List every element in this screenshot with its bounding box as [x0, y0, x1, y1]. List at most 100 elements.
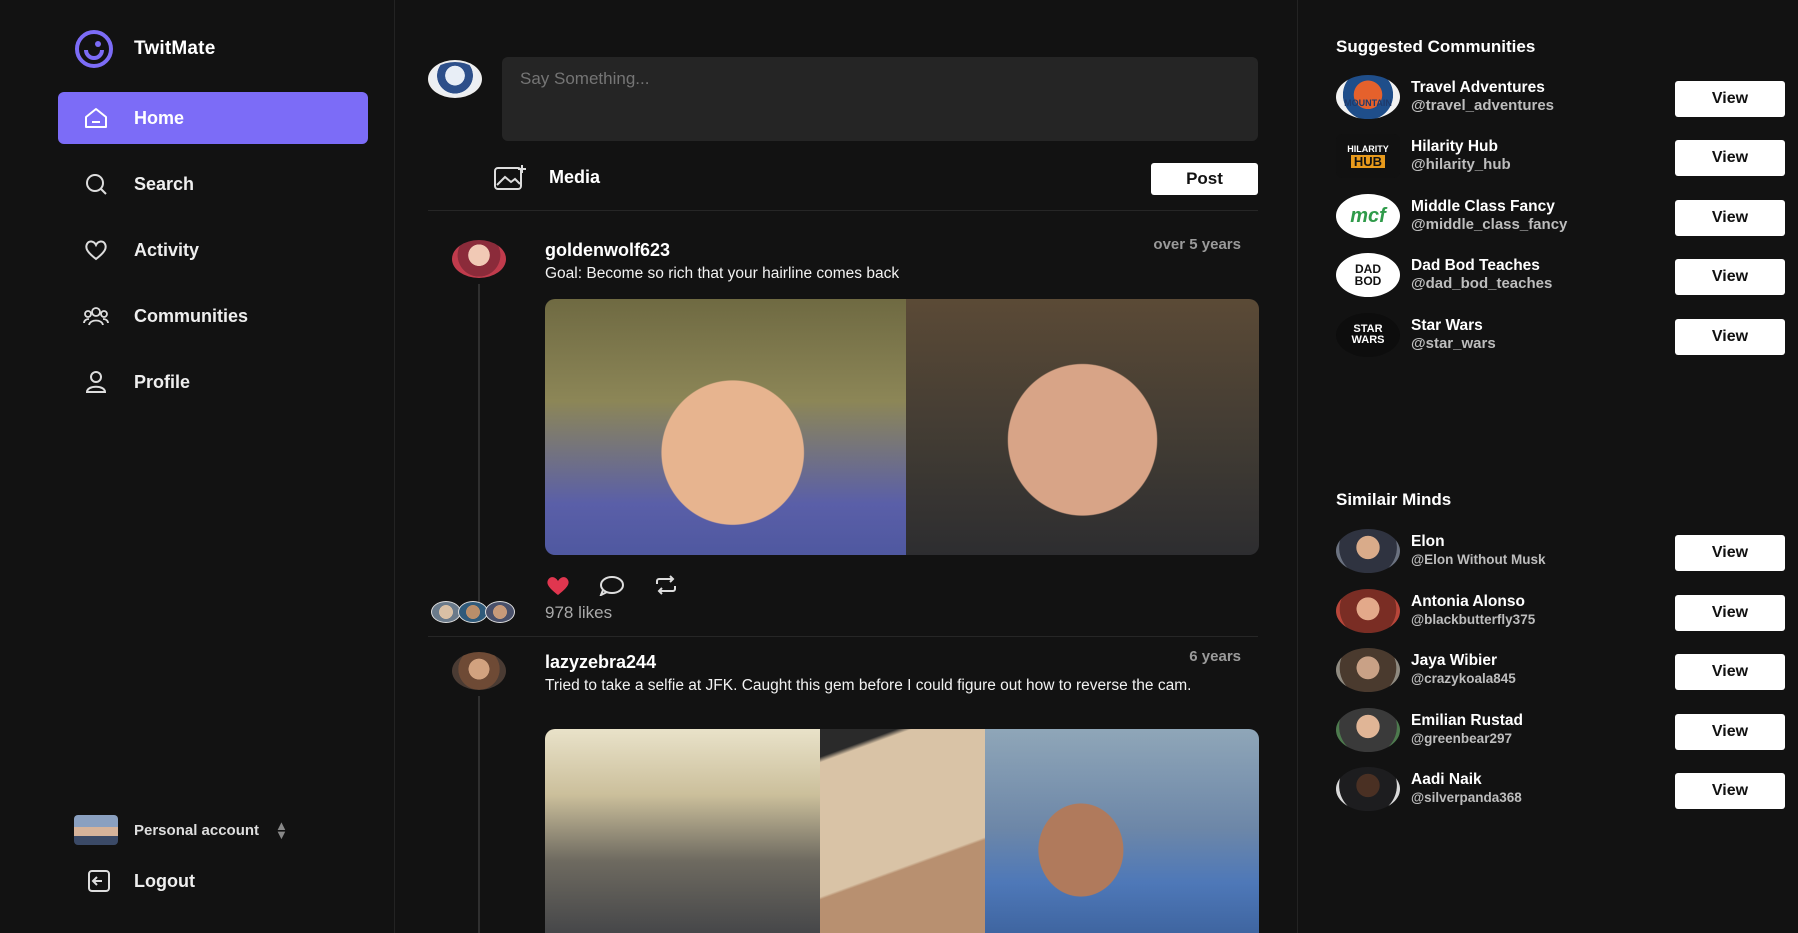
avatar: [1336, 589, 1400, 633]
photo-left: [545, 299, 906, 555]
view-button[interactable]: View: [1675, 259, 1785, 295]
post-image[interactable]: [545, 729, 1259, 933]
feed: Media Post goldenwolf623 over 5 years Go…: [395, 0, 1295, 933]
comment-icon[interactable]: [599, 574, 625, 596]
divider: [428, 636, 1258, 637]
logout-icon: [88, 870, 110, 892]
thread-line: [478, 284, 480, 602]
nav-item-activity[interactable]: Activity: [58, 224, 368, 276]
user-item[interactable]: Emilian Rustad @greenbear297 View: [1336, 706, 1785, 754]
nav-label-communities: Communities: [134, 305, 249, 326]
likes-count[interactable]: 978 likes: [545, 603, 612, 623]
community-logo: MOUNTAIN: [1336, 75, 1400, 119]
nav-label-home: Home: [134, 107, 185, 128]
logo-text: mcf: [1350, 204, 1386, 227]
view-button[interactable]: View: [1675, 535, 1785, 571]
user-icon: [80, 368, 112, 396]
media-label: Media: [549, 166, 601, 187]
left-sidebar: TwitMate Home Search Activity Communitie…: [0, 0, 395, 933]
logo-text: STAR WARS: [1351, 323, 1385, 346]
post-text: Tried to take a selfie at JFK. Caught th…: [545, 677, 1192, 694]
nav-label-profile: Profile: [134, 371, 191, 392]
view-button[interactable]: View: [1675, 319, 1785, 355]
avatar: [458, 601, 488, 623]
similar-minds-heading: Similair Minds: [1336, 490, 1452, 509]
nav-item-communities[interactable]: Communities: [58, 290, 368, 342]
community-logo: DAD BOD: [1336, 253, 1400, 297]
post-text: Goal: Become so rich that your hairline …: [545, 265, 900, 282]
home-icon: [80, 104, 112, 132]
community-item[interactable]: MOUNTAIN Travel Adventures @travel_advent…: [1336, 73, 1785, 121]
composer-avatar: [428, 60, 482, 98]
view-button[interactable]: View: [1675, 714, 1785, 750]
avatar: [431, 601, 461, 623]
logo-icon: [75, 30, 113, 68]
view-button[interactable]: View: [1675, 595, 1785, 631]
heart-icon: [80, 236, 112, 264]
logout-button[interactable]: Logout: [86, 868, 195, 894]
post-time: 6 years: [1189, 648, 1241, 665]
divider: [428, 210, 1258, 211]
nav-item-profile[interactable]: Profile: [58, 356, 368, 408]
logo-text: DAD BOD: [1354, 262, 1382, 288]
post-image[interactable]: [545, 299, 1259, 555]
photo-selfie: [985, 729, 1259, 933]
view-button[interactable]: View: [1675, 200, 1785, 236]
chevron-updown-icon: ▲ ▼: [275, 818, 288, 842]
heart-filled-icon[interactable]: [545, 574, 571, 596]
post-avatar[interactable]: [452, 652, 506, 690]
logout-label: Logout: [134, 870, 195, 891]
right-sidebar: Suggested Communities MOUNTAIN Travel Ad…: [1297, 0, 1798, 933]
community-logo: STAR WARS: [1336, 313, 1400, 357]
logo-text: HUB: [1350, 155, 1386, 168]
community-logo: mcf: [1336, 194, 1400, 238]
nav-label-activity: Activity: [134, 239, 200, 260]
avatar: [485, 601, 515, 623]
view-button[interactable]: View: [1675, 773, 1785, 809]
main-nav: Home Search Activity Communities Profile: [58, 92, 368, 422]
logo-text: MOUNTAIN: [1344, 98, 1392, 108]
community-item[interactable]: mcf Middle Class Fancy @middle_class_fanc…: [1336, 192, 1785, 240]
avatar: [1336, 529, 1400, 573]
account-switcher[interactable]: Personal account ▲ ▼: [74, 815, 288, 845]
post-avatar[interactable]: [452, 240, 506, 278]
nav-item-search[interactable]: Search: [58, 158, 368, 210]
nav-item-home[interactable]: Home: [58, 92, 368, 144]
view-button[interactable]: View: [1675, 654, 1785, 690]
view-button[interactable]: View: [1675, 81, 1785, 117]
photo-store: [545, 729, 820, 933]
image-add-icon: [494, 165, 526, 190]
community-item[interactable]: HILARITY HUB Hilarity Hub @hilarity_hub Vi…: [1336, 132, 1785, 180]
search-icon: [80, 170, 112, 198]
app-logo[interactable]: TwitMate: [74, 30, 215, 68]
avatar: [1336, 767, 1400, 811]
community-logo: HILARITY HUB: [1336, 134, 1400, 178]
user-item[interactable]: Jaya Wibier @crazykoala845 View: [1336, 646, 1785, 694]
communities-icon: [80, 302, 112, 330]
thread-line: [478, 696, 480, 933]
post-composer-input[interactable]: [502, 57, 1258, 141]
user-item[interactable]: Aadi Naik @silverpanda368 View: [1336, 765, 1785, 813]
nav-label-search: Search: [134, 173, 195, 194]
likers-avatars[interactable]: [431, 601, 515, 623]
post-username[interactable]: goldenwolf623: [545, 240, 670, 261]
post-button[interactable]: Post: [1151, 163, 1258, 195]
user-item[interactable]: Elon @Elon Without Musk View: [1336, 527, 1785, 575]
avatar: [1336, 648, 1400, 692]
media-button[interactable]: Media: [493, 163, 600, 191]
view-button[interactable]: View: [1675, 140, 1785, 176]
community-item[interactable]: DAD BOD Dad Bod Teaches @dad_bod_teaches …: [1336, 251, 1785, 299]
user-item[interactable]: Antonia Alonso @blackbutterfly375 View: [1336, 587, 1785, 635]
post-actions: [545, 574, 679, 596]
account-label: Personal account: [134, 821, 260, 839]
avatar: [1336, 708, 1400, 752]
suggested-communities-heading: Suggested Communities: [1336, 37, 1536, 56]
photo-poster: [820, 729, 985, 933]
app-name: TwitMate: [134, 38, 216, 59]
photo-right: [906, 299, 1259, 555]
post-username[interactable]: lazyzebra244: [545, 652, 656, 673]
avatar: [74, 815, 118, 845]
community-item[interactable]: STAR WARS Star Wars @star_wars View: [1336, 311, 1785, 359]
post-time: over 5 years: [1153, 236, 1241, 253]
repost-icon[interactable]: [653, 574, 679, 596]
